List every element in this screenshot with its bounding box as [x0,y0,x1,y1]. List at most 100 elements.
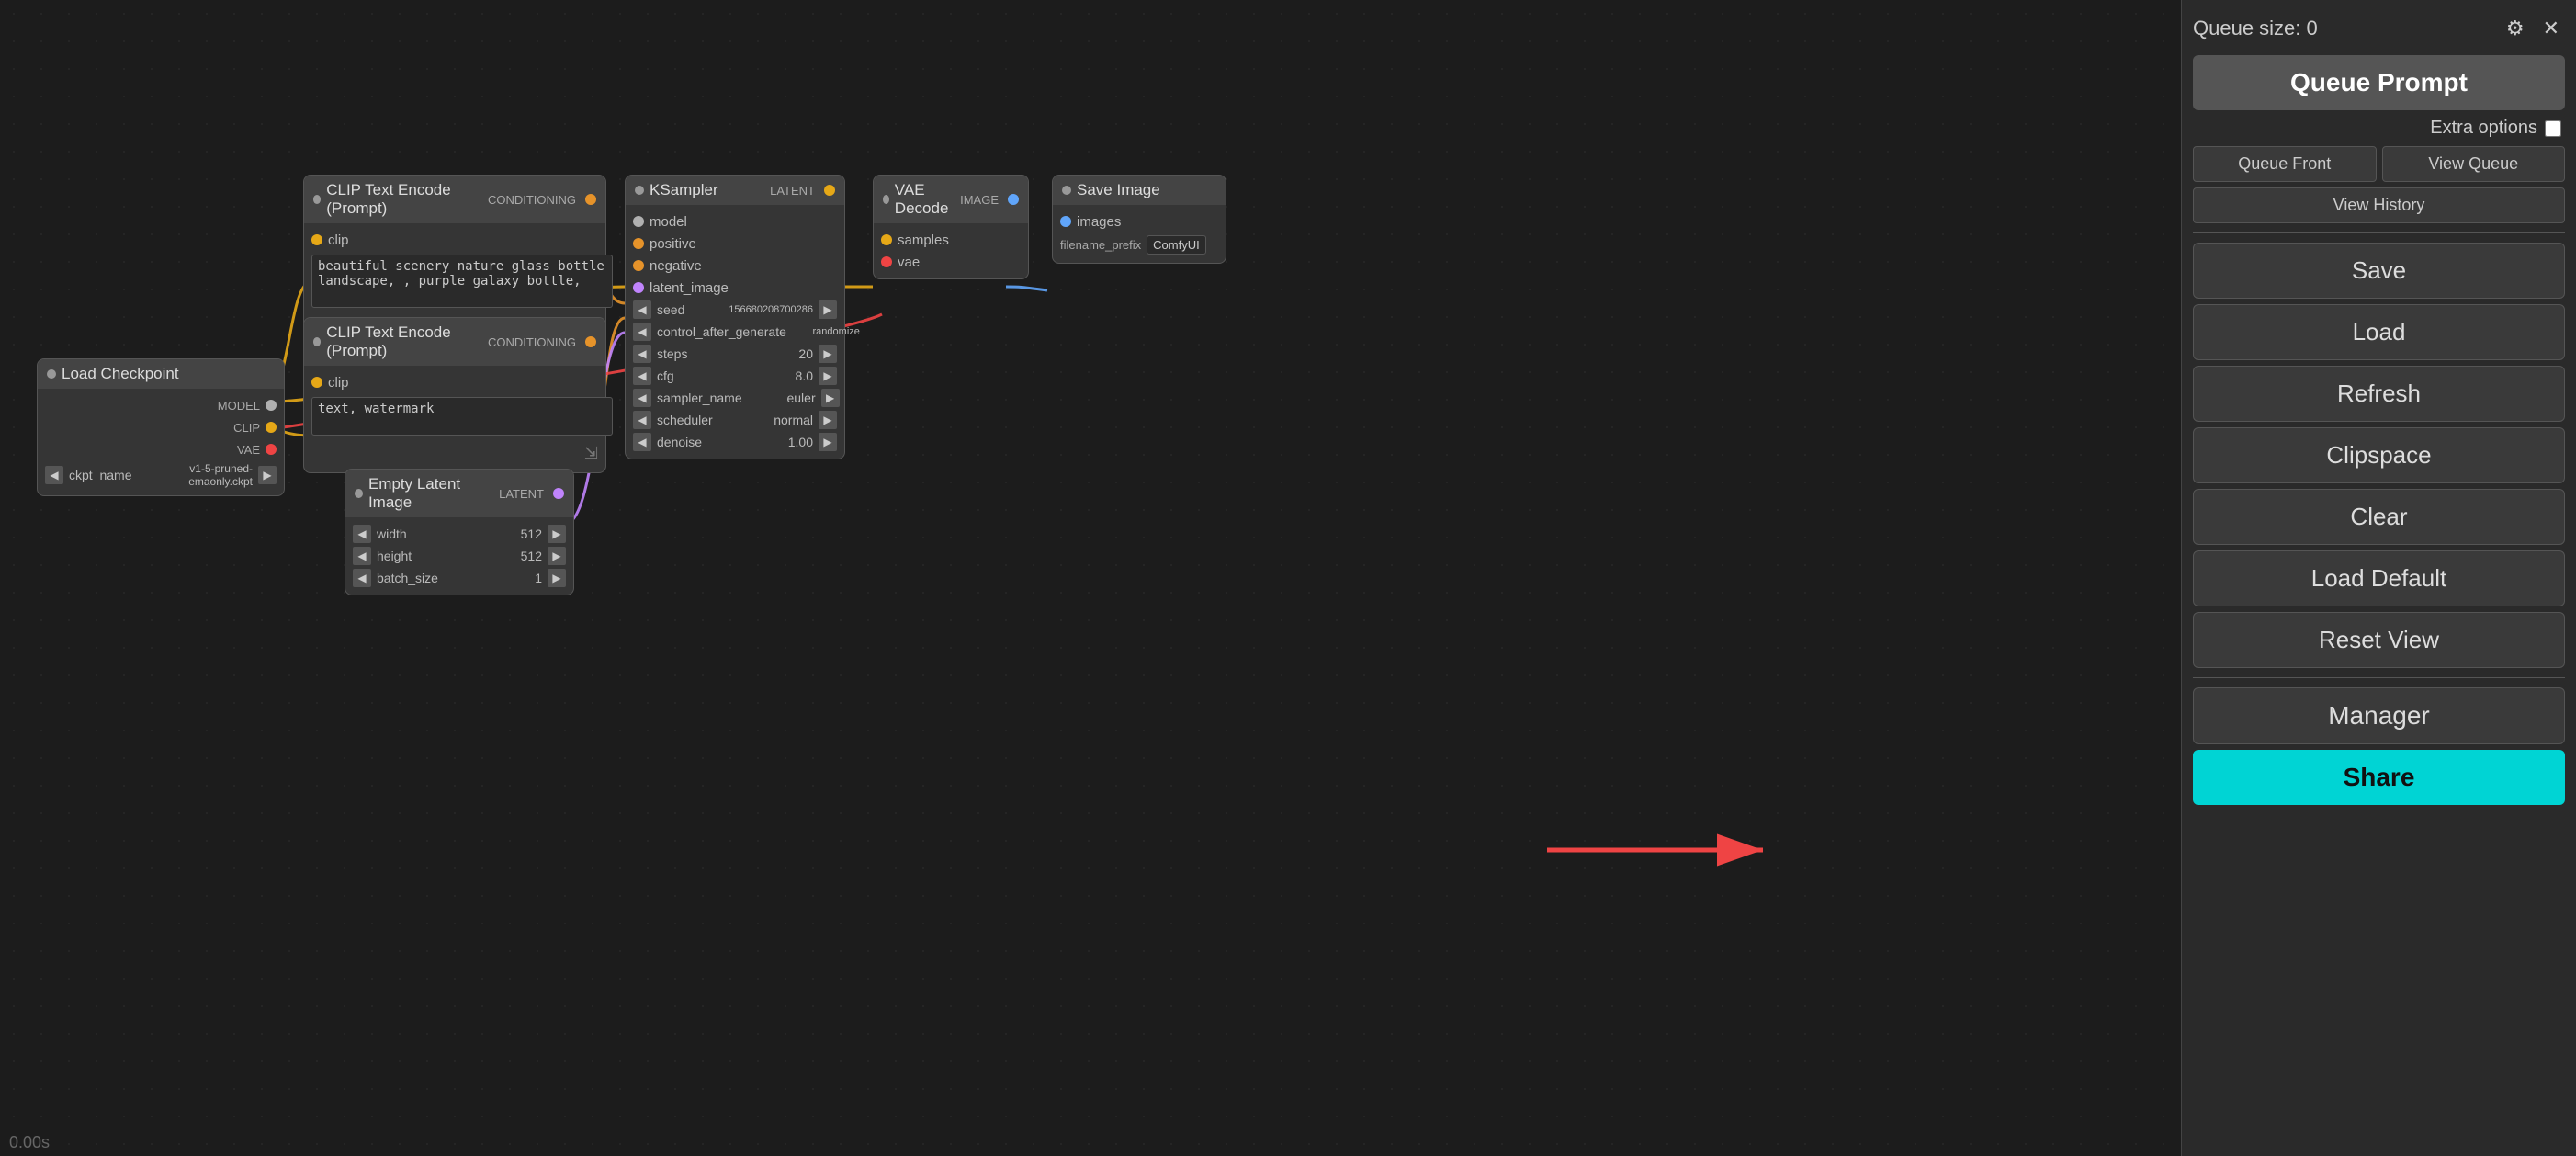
width-row[interactable]: ◀ width 512 ▶ [345,523,573,545]
batch-value: 1 [474,571,548,585]
width-value: 512 [474,527,548,541]
clip2-body: clip text, watermark ⇲ [304,366,605,472]
reset-view-button[interactable]: Reset View [2193,612,2565,668]
clip1-text-input[interactable]: beautiful scenery nature glass bottle la… [311,255,613,308]
sampler-next-btn[interactable]: ▶ [821,389,840,407]
denoise-next-btn[interactable]: ▶ [819,433,837,451]
seed-value: 156680208700286 [723,304,819,315]
negative-in-port [633,260,644,271]
vae-decode-node[interactable]: VAE Decode IMAGE samples vae [873,175,1029,279]
divider-1 [2193,232,2565,233]
sampler-prev-btn[interactable]: ◀ [633,389,651,407]
canvas-area[interactable]: Load Checkpoint MODEL CLIP VAE ◀ ckpt_na [0,0,2181,1156]
positive-in-port [633,238,644,249]
header-icons: ⚙ ✕ [2501,15,2565,42]
load-button[interactable]: Load [2193,304,2565,360]
view-history-button[interactable]: View History [2193,187,2565,223]
denoise-prev-btn[interactable]: ◀ [633,433,651,451]
save-image-node[interactable]: Save Image images filename_prefix ComfyU… [1052,175,1226,264]
clip2-input-row: clip [304,371,605,393]
empty-latent-image-node[interactable]: Empty Latent Image LATENT ◀ width 512 ▶ … [345,469,574,595]
images-input-row: images [1053,210,1226,232]
clip-text-encode-1-title: CLIP Text Encode (Prompt) CONDITIONING [304,176,605,223]
clip1-dot [313,195,321,204]
width-prev-btn[interactable]: ◀ [353,525,371,543]
sidebar-header: Queue size: 0 ⚙ ✕ [2193,11,2565,50]
clip-output-port [266,422,277,433]
vae-decode-title: VAE Decode IMAGE [874,176,1028,223]
extra-options-row: Extra options [2193,116,2565,141]
samples-input-row: samples [874,229,1028,251]
share-button[interactable]: Share [2193,750,2565,805]
scheduler-next-btn[interactable]: ▶ [819,411,837,429]
cfg-label: cfg [651,368,745,383]
seed-next-btn[interactable]: ▶ [819,300,837,319]
ksampler-node[interactable]: KSampler LATENT model positive negative [625,175,845,459]
clip-port-row: CLIP [38,416,284,438]
scheduler-label: scheduler [651,413,745,427]
load-checkpoint-body: MODEL CLIP VAE ◀ ckpt_name v1-5-pruned-e… [38,389,284,495]
height-next-btn[interactable]: ▶ [548,547,566,565]
view-queue-button[interactable]: View Queue [2382,146,2566,182]
control-prev-btn[interactable]: ◀ [633,323,651,341]
clip2-text-input[interactable]: text, watermark [311,397,613,436]
seed-prev-btn[interactable]: ◀ [633,300,651,319]
queue-front-button[interactable]: Queue Front [2193,146,2377,182]
clipspace-button[interactable]: Clipspace [2193,427,2565,483]
scheduler-row[interactable]: ◀ scheduler normal ▶ [626,409,844,431]
clip1-input-row: clip [304,229,605,251]
ckpt-name-row[interactable]: ◀ ckpt_name v1-5-pruned-emaonly.ckpt ▶ [38,460,284,490]
batch-next-btn[interactable]: ▶ [548,569,566,587]
load-checkpoint-title: Load Checkpoint [38,359,284,389]
filename-prefix-row: filename_prefix ComfyUI [1053,232,1226,257]
height-prev-btn[interactable]: ◀ [353,547,371,565]
extra-options-label: Extra options [2430,118,2537,139]
load-default-button[interactable]: Load Default [2193,550,2565,606]
refresh-button[interactable]: Refresh [2193,366,2565,422]
scheduler-prev-btn[interactable]: ◀ [633,411,651,429]
seed-row[interactable]: ◀ seed 156680208700286 ▶ [626,299,844,321]
clip2-resize-handle[interactable]: ⇲ [584,444,598,462]
vae-decode-output-port [1008,194,1019,205]
divider-2 [2193,677,2565,678]
queue-prompt-button[interactable]: Queue Prompt [2193,55,2565,110]
save-image-body: images filename_prefix ComfyUI [1053,205,1226,263]
cfg-value: 8.0 [745,368,819,383]
vae-in-port [881,256,892,267]
steps-prev-btn[interactable]: ◀ [633,345,651,363]
sampler-value: euler [748,391,821,405]
batch-prev-btn[interactable]: ◀ [353,569,371,587]
save-button[interactable]: Save [2193,243,2565,299]
control-value: randomize [792,326,865,337]
denoise-row[interactable]: ◀ denoise 1.00 ▶ [626,431,844,453]
width-next-btn[interactable]: ▶ [548,525,566,543]
queue-size-label: Queue size: 0 [2193,17,2318,40]
height-row[interactable]: ◀ height 512 ▶ [345,545,573,567]
close-icon-btn[interactable]: ✕ [2537,15,2565,42]
filename-prefix-value[interactable]: ComfyUI [1147,235,1206,255]
seed-label: seed [651,302,723,317]
clip2-output-port [585,336,596,347]
negative-input-row: negative [626,255,844,277]
clear-button[interactable]: Clear [2193,489,2565,545]
batch-size-row[interactable]: ◀ batch_size 1 ▶ [345,567,573,589]
ckpt-prev-btn[interactable]: ◀ [45,466,63,484]
steps-next-btn[interactable]: ▶ [819,345,837,363]
control-after-row[interactable]: ◀ control_after_generate randomize [626,321,844,343]
settings-icon-btn[interactable]: ⚙ [2501,15,2530,42]
extra-options-checkbox[interactable] [2545,120,2561,137]
sampler-row[interactable]: ◀ sampler_name euler ▶ [626,387,844,409]
clip-text-encode-2-node[interactable]: CLIP Text Encode (Prompt) CONDITIONING c… [303,317,606,473]
sampler-label: sampler_name [651,391,748,405]
load-checkpoint-node[interactable]: Load Checkpoint MODEL CLIP VAE ◀ ckpt_na [37,358,285,496]
filename-prefix-label: filename_prefix [1060,238,1141,252]
manager-button[interactable]: Manager [2193,687,2565,744]
cfg-next-btn[interactable]: ▶ [819,367,837,385]
cfg-prev-btn[interactable]: ◀ [633,367,651,385]
control-label: control_after_generate [651,324,792,339]
empty-latent-output-port [553,488,564,499]
latent-in-port [633,282,644,293]
cfg-row[interactable]: ◀ cfg 8.0 ▶ [626,365,844,387]
ckpt-next-btn[interactable]: ▶ [258,466,277,484]
steps-row[interactable]: ◀ steps 20 ▶ [626,343,844,365]
